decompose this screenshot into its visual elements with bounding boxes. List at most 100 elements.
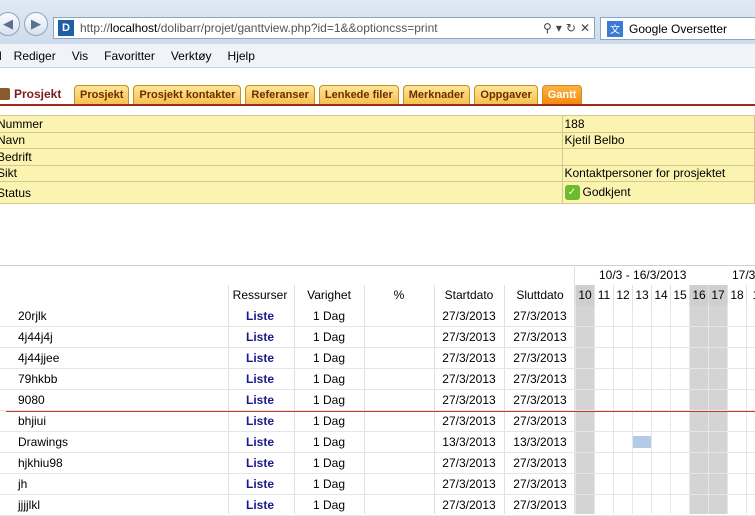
module-title: Prosjekt [14,87,62,101]
task-start-date: 27/3/2013 [442,456,496,470]
day-header-18: 18 [727,285,746,306]
page-content: Prosjekt Prosjekt Prosjekt kontakter Ref… [0,69,755,516]
task-end-date: 27/3/2013 [513,498,567,512]
compatibility-icon[interactable]: ▾ [556,21,562,35]
task-name: jh [18,477,28,491]
task-start-date: 13/3/2013 [442,435,496,449]
task-end-date: 27/3/2013 [513,456,567,470]
module-header: Prosjekt [0,87,61,101]
tab-gantt[interactable]: Gantt [541,85,583,104]
task-end-date: 27/3/2013 [513,372,567,386]
menu-favorites[interactable]: Favoritter [104,49,155,63]
task-start-date: 27/3/2013 [442,330,496,344]
tab-prosjekt-kontakter[interactable]: Prosjekt kontakter [133,85,242,104]
visibility-value: Kontaktpersoner for prosjektet [561,164,755,182]
task-resources-link[interactable]: Liste [228,369,292,390]
task-resources-link[interactable]: Liste [228,306,292,327]
site-favicon-icon: D [58,20,74,36]
task-resources-link[interactable]: Liste [228,432,292,453]
task-resources-link[interactable]: Liste [228,474,292,495]
task-end-date: 27/3/2013 [513,393,567,407]
task-duration: 1 Dag [312,372,346,386]
browser-tab[interactable]: 文 Google Oversetter [600,17,755,40]
task-start-date: 27/3/2013 [442,477,496,491]
visibility-label: Sikt [0,164,563,182]
task-start-date: 27/3/2013 [442,309,496,323]
tab-bar: Prosjekt Prosjekt kontakter Referanser L… [74,85,586,104]
forward-arrow-icon[interactable]: ▶ [24,12,48,36]
stop-icon[interactable]: ✕ [580,21,590,35]
task-duration: 1 Dag [312,351,346,365]
project-icon [0,88,10,100]
task-resources-link[interactable]: Liste [228,348,292,369]
col-resources: Ressurser [232,288,288,302]
task-name: hjkhiu98 [18,456,63,470]
col-percent: % [393,288,405,302]
task-name: 4j44j4j [18,330,53,344]
task-name: Drawings [18,435,69,449]
menu-bar: l Rediger Vis Favoritter Verktøy Hjelp [0,44,755,68]
status-cell: ✓ Godkjent [561,181,755,204]
task-start-date: 27/3/2013 [442,414,496,428]
menu-help[interactable]: Hjelp [228,49,255,63]
day-header-13: 13 [632,285,651,306]
url-text[interactable]: http://localhost/dolibarr/projet/ganttvi… [80,21,543,35]
status-value: Godkjent [582,184,631,199]
task-name: bhjiui [18,414,47,428]
tab-oppgaver[interactable]: Oppgaver [474,85,538,104]
task-row: 20rjlk Liste 1 Dag 27/3/2013 27/3/2013 [0,306,755,327]
number-label: Nummer [0,115,563,133]
refresh-icon[interactable]: ↻ [566,21,576,35]
task-end-date: 27/3/2013 [513,477,567,491]
task-end-date: 27/3/2013 [513,330,567,344]
task-resources-link[interactable]: Liste [228,453,292,474]
task-row: hjkhiu98 Liste 1 Dag 27/3/2013 27/3/2013 [0,453,755,474]
task-name: jjjjlkl [18,498,40,512]
day-header-17: 17 [708,285,727,306]
task-start-date: 27/3/2013 [442,498,496,512]
task-row: Drawings Liste 1 Dag 13/3/2013 13/3/2013 [0,432,755,453]
task-row: jh Liste 1 Dag 27/3/2013 27/3/2013 [0,474,755,495]
day-header-11: 11 [594,285,613,306]
task-name: 9080 [18,393,45,407]
name-label: Navn [0,131,563,149]
browser-tab-title: Google Oversetter [629,21,728,36]
task-row: 79hkbb Liste 1 Dag 27/3/2013 27/3/2013 [0,369,755,390]
menu-tools[interactable]: Verktøy [171,49,212,63]
tab-referanser[interactable]: Referanser [245,85,315,104]
day-header-14: 14 [651,285,670,306]
menu-file[interactable]: l [0,49,2,63]
task-name: 4j44jjee [18,351,60,365]
task-row: 4j44j4j Liste 1 Dag 27/3/2013 27/3/2013 [0,327,755,348]
menu-edit[interactable]: Rediger [14,49,56,63]
tab-prosjekt[interactable]: Prosjekt [74,85,130,104]
task-end-date: 27/3/2013 [513,351,567,365]
search-icon[interactable]: ⚲ [543,21,552,35]
col-end: Sluttdato [516,288,564,302]
task-resources-link[interactable]: Liste [228,390,292,411]
tab-underline [0,104,755,106]
tab-merknader[interactable]: Merknader [402,85,471,104]
status-label: Status [0,181,563,204]
task-start-date: 27/3/2013 [442,393,496,407]
back-arrow-icon[interactable]: ◀ [0,12,20,36]
task-start-date: 27/3/2013 [442,372,496,386]
task-resources-link[interactable]: Liste [228,495,292,516]
tab-lenkede-filer[interactable]: Lenkede filer [318,85,399,104]
task-duration: 1 Dag [312,393,346,407]
company-label: Bedrift [0,148,563,166]
gantt-chart: 10/3 - 16/3/2013 17/3 Ressurser Varighet… [0,265,755,516]
task-resources-link[interactable]: Liste [228,327,292,348]
status-ok-icon: ✓ [564,185,580,201]
menu-view[interactable]: Vis [72,49,88,63]
task-resources-link[interactable]: Liste [228,411,292,432]
day-header-15: 15 [670,285,689,306]
week-label-1: 10/3 - 16/3/2013 [599,268,687,282]
day-header-1: 1 [746,285,755,306]
task-duration: 1 Dag [312,330,346,344]
task-name: 79hkbb [18,372,58,386]
task-bar[interactable] [633,436,651,448]
browser-chrome: ◀ ▶ D http://localhost/dolibarr/projet/g… [0,0,755,44]
day-header-10: 10 [575,285,594,306]
address-bar[interactable]: D http://localhost/dolibarr/projet/gantt… [53,17,595,39]
